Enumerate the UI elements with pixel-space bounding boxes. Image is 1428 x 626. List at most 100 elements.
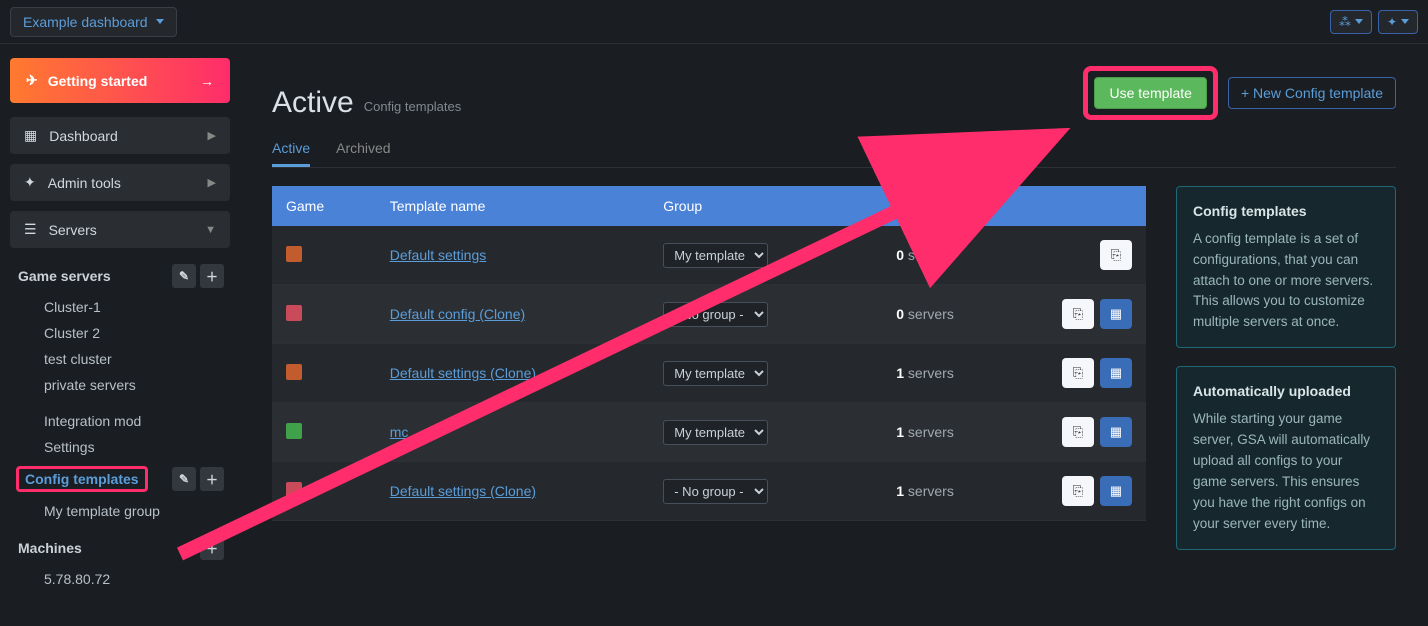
- template-link[interactable]: Default settings (Clone): [390, 483, 536, 499]
- game-icon: [286, 423, 302, 439]
- grid-icon: ▦: [24, 127, 37, 144]
- chevron-down-icon: [1355, 19, 1363, 24]
- sidebar-dashboard-label: Dashboard: [49, 128, 118, 144]
- copy-icon[interactable]: ⎘: [1100, 240, 1132, 270]
- stack-icon: ☰: [24, 221, 37, 238]
- sidebar-config-templates[interactable]: Config templates: [16, 466, 148, 492]
- add-icon[interactable]: ＋: [200, 264, 224, 288]
- arrow-right-icon: [200, 73, 214, 89]
- tab-active-label: Active: [272, 140, 310, 156]
- chevron-right-icon: ▶: [208, 176, 216, 189]
- sidebar-dashboard[interactable]: ▦ Dashboard ▶: [10, 117, 230, 154]
- sidebar-cluster-item[interactable]: Cluster 2: [10, 320, 230, 346]
- archive-icon[interactable]: ▦: [1100, 417, 1132, 447]
- magic-button[interactable]: ✦: [1378, 10, 1418, 34]
- template-link[interactable]: mc: [390, 424, 409, 440]
- highlight-use-template: Use template: [1083, 66, 1217, 120]
- sidebar-cluster-item[interactable]: test cluster: [10, 346, 230, 372]
- sidebar-machines-header: Machines ＋: [10, 530, 230, 566]
- col-used: Used: [858, 186, 992, 226]
- col-name: Template name: [376, 186, 649, 226]
- template-link[interactable]: Default settings: [390, 247, 487, 263]
- group-select[interactable]: - No group -My template: [663, 302, 768, 327]
- add-icon[interactable]: ＋: [200, 536, 224, 560]
- game-icon: [286, 482, 302, 498]
- use-template-label: Use template: [1109, 85, 1191, 101]
- chevron-down-icon: [156, 19, 164, 24]
- sidebar-servers[interactable]: ☰ Servers ▼: [10, 211, 230, 248]
- group-select[interactable]: - No group -My template: [663, 243, 768, 268]
- tools-icon: ✦: [24, 174, 36, 191]
- machine-ip-label: 5.78.80.72: [44, 571, 110, 587]
- getting-started-button[interactable]: ✈ Getting started: [10, 58, 230, 103]
- card1-body: A config template is a set of configurat…: [1193, 229, 1379, 334]
- archive-icon[interactable]: ▦: [1100, 358, 1132, 388]
- templates-table: Game Template name Group Used Default se…: [272, 186, 1146, 521]
- use-template-button[interactable]: Use template: [1094, 77, 1206, 109]
- used-cell: 1 servers: [858, 344, 992, 403]
- info-card-config-templates: Config templates A config template is a …: [1176, 186, 1396, 348]
- col-game: Game: [272, 186, 376, 226]
- archive-icon[interactable]: ▦: [1100, 299, 1132, 329]
- game-icon: [286, 305, 302, 321]
- used-cell: 0 servers: [858, 285, 992, 344]
- copy-icon[interactable]: ⎘: [1062, 476, 1094, 506]
- col-actions: [992, 186, 1146, 226]
- new-config-template-label: + New Config template: [1241, 85, 1383, 101]
- dashboard-name-label: Example dashboard: [23, 14, 148, 30]
- sidebar-admin-tools-label: Admin tools: [48, 175, 121, 191]
- table-row: Default settings (Clone) - No group -My t…: [272, 344, 1146, 403]
- group-select[interactable]: - No group -My template: [663, 361, 768, 386]
- sidebar-my-template-group[interactable]: My template group: [10, 498, 230, 524]
- rocket-icon: ✈: [26, 72, 38, 89]
- sidebar-item[interactable]: Integration mod: [10, 408, 230, 434]
- getting-started-label: Getting started: [48, 73, 148, 89]
- tab-active[interactable]: Active: [272, 132, 310, 167]
- page-title: Active: [272, 86, 354, 120]
- copy-icon[interactable]: ⎘: [1062, 358, 1094, 388]
- table-row: Default settings (Clone) - No group -My t…: [272, 462, 1146, 521]
- sidebar-servers-label: Servers: [49, 222, 97, 238]
- new-config-template-button[interactable]: + New Config template: [1228, 77, 1396, 109]
- page-subtitle: Config templates: [364, 99, 462, 120]
- group-select[interactable]: - No group -My template: [663, 420, 768, 445]
- add-icon[interactable]: ＋: [200, 467, 224, 491]
- sidebar-cluster-item[interactable]: private servers: [10, 372, 230, 398]
- archive-icon[interactable]: ▦: [1100, 476, 1132, 506]
- template-link[interactable]: Default settings (Clone): [390, 365, 536, 381]
- dashboard-selector[interactable]: Example dashboard: [10, 7, 177, 37]
- chevron-down-icon: [1401, 19, 1409, 24]
- sidebar-cluster-item[interactable]: Cluster-1: [10, 294, 230, 320]
- group-select[interactable]: - No group -My template: [663, 479, 768, 504]
- sidebar-machine-item[interactable]: 5.78.80.72: [10, 566, 230, 592]
- card1-title: Config templates: [1193, 201, 1379, 223]
- used-cell: 0 servers: [858, 226, 992, 285]
- col-group: Group: [649, 186, 858, 226]
- table-row: mc - No group -My template 1 servers ⎘▦: [272, 403, 1146, 462]
- tab-archived[interactable]: Archived: [336, 132, 390, 167]
- my-template-group-label: My template group: [44, 503, 160, 519]
- copy-icon[interactable]: ⎘: [1062, 417, 1094, 447]
- template-link[interactable]: Default config (Clone): [390, 306, 525, 322]
- sidebar-item[interactable]: Settings: [10, 434, 230, 460]
- sidebar-config-templates-row: Config templates ✎ ＋: [10, 460, 230, 498]
- sidebar-admin-tools[interactable]: ✦ Admin tools ▶: [10, 164, 230, 201]
- game-servers-label: Game servers: [18, 268, 111, 284]
- language-button[interactable]: ⁂: [1330, 10, 1372, 34]
- copy-icon[interactable]: ⎘: [1062, 299, 1094, 329]
- edit-icon[interactable]: ✎: [172, 264, 196, 288]
- game-icon: [286, 246, 302, 262]
- sidebar-game-servers-header: Game servers ✎ ＋: [10, 258, 230, 294]
- sidebar: ✈ Getting started ▦ Dashboard ▶ ✦ Admin …: [0, 44, 240, 626]
- config-templates-label: Config templates: [25, 471, 139, 487]
- edit-icon[interactable]: ✎: [172, 467, 196, 491]
- table-row: Default config (Clone) - No group -My tem…: [272, 285, 1146, 344]
- machines-label: Machines: [18, 540, 82, 556]
- used-cell: 1 servers: [858, 462, 992, 521]
- used-cell: 1 servers: [858, 403, 992, 462]
- info-card-auto-upload: Automatically uploaded While starting yo…: [1176, 366, 1396, 549]
- chevron-right-icon: ▶: [208, 129, 216, 142]
- translate-icon: ⁂: [1339, 15, 1351, 29]
- card2-title: Automatically uploaded: [1193, 381, 1379, 403]
- table-row: Default settings - No group -My template 0…: [272, 226, 1146, 285]
